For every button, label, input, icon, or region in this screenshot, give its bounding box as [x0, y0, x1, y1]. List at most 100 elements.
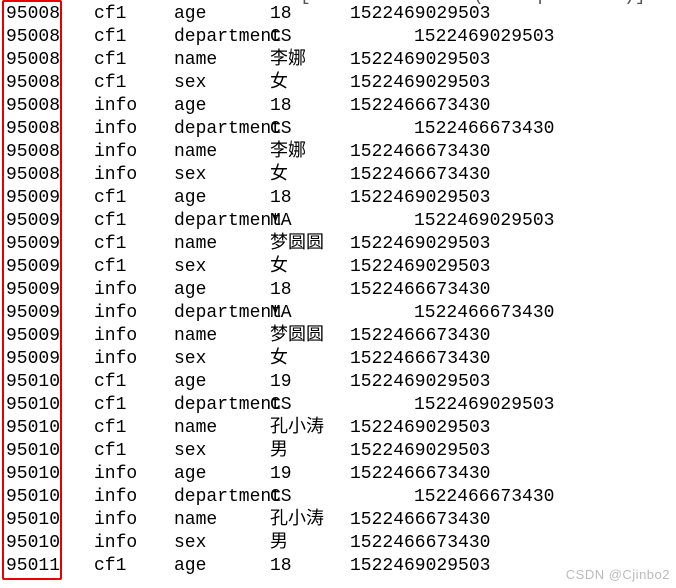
- cell-timestamp: 1522469029503: [350, 440, 530, 463]
- cell-value: CS: [270, 118, 350, 141]
- cell-timestamp: 1522469029503: [350, 49, 530, 72]
- cell-timestamp: 1522469029503: [414, 26, 594, 49]
- cell-timestamp: 1522466673430: [350, 325, 530, 348]
- cell-value: 女: [270, 348, 350, 371]
- cell-timestamp: 1522466673430: [350, 348, 530, 371]
- cell-rowkey: 95010: [6, 486, 76, 509]
- cell-value: 李娜: [270, 141, 350, 164]
- cell-timestamp: 1522466673430: [350, 95, 530, 118]
- cell-value: 19: [270, 371, 350, 394]
- cell-column-family: cf1: [94, 371, 164, 394]
- cell-column-family: info: [94, 118, 164, 141]
- cell-column-family: cf1: [94, 187, 164, 210]
- cell-column-family: info: [94, 463, 164, 486]
- cell-column-family: cf1: [94, 256, 164, 279]
- cell-column-family: info: [94, 509, 164, 532]
- cell-timestamp: 1522469029503: [350, 3, 530, 26]
- cell-rowkey: 95008: [6, 164, 76, 187]
- cell-value: 女: [270, 256, 350, 279]
- cell-timestamp: 1522466673430: [350, 279, 530, 302]
- cell-column-family: info: [94, 279, 164, 302]
- cell-timestamp: 1522466673430: [414, 118, 594, 141]
- cell-timestamp: 1522466673430: [350, 463, 530, 486]
- cell-rowkey: 95008: [6, 3, 76, 26]
- cell-rowkey: 95009: [6, 256, 76, 279]
- cell-rowkey: 95009: [6, 302, 76, 325]
- cell-column-family: info: [94, 95, 164, 118]
- cell-value: CS: [270, 486, 350, 509]
- cell-timestamp: 1522466673430: [350, 164, 530, 187]
- cell-timestamp: 1522466673430: [414, 302, 594, 325]
- cell-column-family: info: [94, 302, 164, 325]
- cell-rowkey: 95010: [6, 394, 76, 417]
- cell-column-family: cf1: [94, 394, 164, 417]
- cell-timestamp: 1522466673430: [350, 532, 530, 555]
- cell-value: 李娜: [270, 49, 350, 72]
- cell-rowkey: 95008: [6, 72, 76, 95]
- cell-value: CS: [270, 394, 350, 417]
- cell-value: 18: [270, 187, 350, 210]
- cell-value: 18: [270, 3, 350, 26]
- cell-column-family: info: [94, 141, 164, 164]
- cell-column-family: cf1: [94, 26, 164, 49]
- cell-rowkey: 95009: [6, 348, 76, 371]
- cell-value: 男: [270, 532, 350, 555]
- cell-rowkey: 95010: [6, 417, 76, 440]
- cell-rowkey: 95008: [6, 49, 76, 72]
- cell-value: 孔小涛: [270, 509, 350, 532]
- cell-timestamp: 1522466673430: [350, 141, 530, 164]
- cell-rowkey: 95010: [6, 532, 76, 555]
- cell-rowkey: 95008: [6, 118, 76, 141]
- cell-rowkey: 95011: [6, 555, 76, 578]
- cell-column-family: info: [94, 348, 164, 371]
- cell-column-family: cf1: [94, 49, 164, 72]
- cell-column-family: info: [94, 325, 164, 348]
- cell-value: CS: [270, 26, 350, 49]
- cell-value: 18: [270, 279, 350, 302]
- cell-column-family: cf1: [94, 72, 164, 95]
- cell-rowkey: 95010: [6, 440, 76, 463]
- cell-rowkey: 95009: [6, 233, 76, 256]
- cell-value: 孔小涛: [270, 417, 350, 440]
- cell-timestamp: 1522466673430: [414, 486, 594, 509]
- cell-column-family: cf1: [94, 555, 164, 578]
- cell-rowkey: 95010: [6, 371, 76, 394]
- cell-value: 18: [270, 95, 350, 118]
- cell-rowkey: 95008: [6, 26, 76, 49]
- cell-value: 女: [270, 72, 350, 95]
- cell-value: 19: [270, 463, 350, 486]
- cell-timestamp: 1522469029503: [350, 555, 530, 578]
- cell-rowkey: 95009: [6, 325, 76, 348]
- terminal-viewport: [main-SendThread(hadoop17:2181)] 95008cf…: [0, 0, 676, 588]
- cell-column-family: cf1: [94, 440, 164, 463]
- cell-value: 男: [270, 440, 350, 463]
- cell-timestamp: 1522469029503: [350, 187, 530, 210]
- cell-rowkey: 95009: [6, 187, 76, 210]
- watermark-text: CSDN @Cjinbo2: [566, 563, 670, 586]
- cell-column-family: cf1: [94, 3, 164, 26]
- cell-timestamp: 1522469029503: [350, 417, 530, 440]
- cell-timestamp: 1522469029503: [350, 371, 530, 394]
- cell-timestamp: 1522469029503: [350, 256, 530, 279]
- cell-column-family: info: [94, 486, 164, 509]
- cell-value: 梦圆圆: [270, 233, 350, 256]
- cell-rowkey: 95010: [6, 463, 76, 486]
- cell-rowkey: 95009: [6, 210, 76, 233]
- cell-rowkey: 95008: [6, 95, 76, 118]
- cell-value: MA: [270, 210, 350, 233]
- cell-rowkey: 95009: [6, 279, 76, 302]
- cell-column-family: info: [94, 532, 164, 555]
- cell-timestamp: 1522469029503: [350, 233, 530, 256]
- cell-timestamp: 1522469029503: [350, 72, 530, 95]
- cell-value: 18: [270, 555, 350, 578]
- cell-value: 梦圆圆: [270, 325, 350, 348]
- cell-rowkey: 95008: [6, 141, 76, 164]
- cell-value: MA: [270, 302, 350, 325]
- cell-column-family: info: [94, 164, 164, 187]
- cell-timestamp: 1522466673430: [350, 509, 530, 532]
- cell-timestamp: 1522469029503: [414, 210, 594, 233]
- cell-rowkey: 95010: [6, 509, 76, 532]
- cell-column-family: cf1: [94, 417, 164, 440]
- cell-column-family: cf1: [94, 233, 164, 256]
- cell-value: 女: [270, 164, 350, 187]
